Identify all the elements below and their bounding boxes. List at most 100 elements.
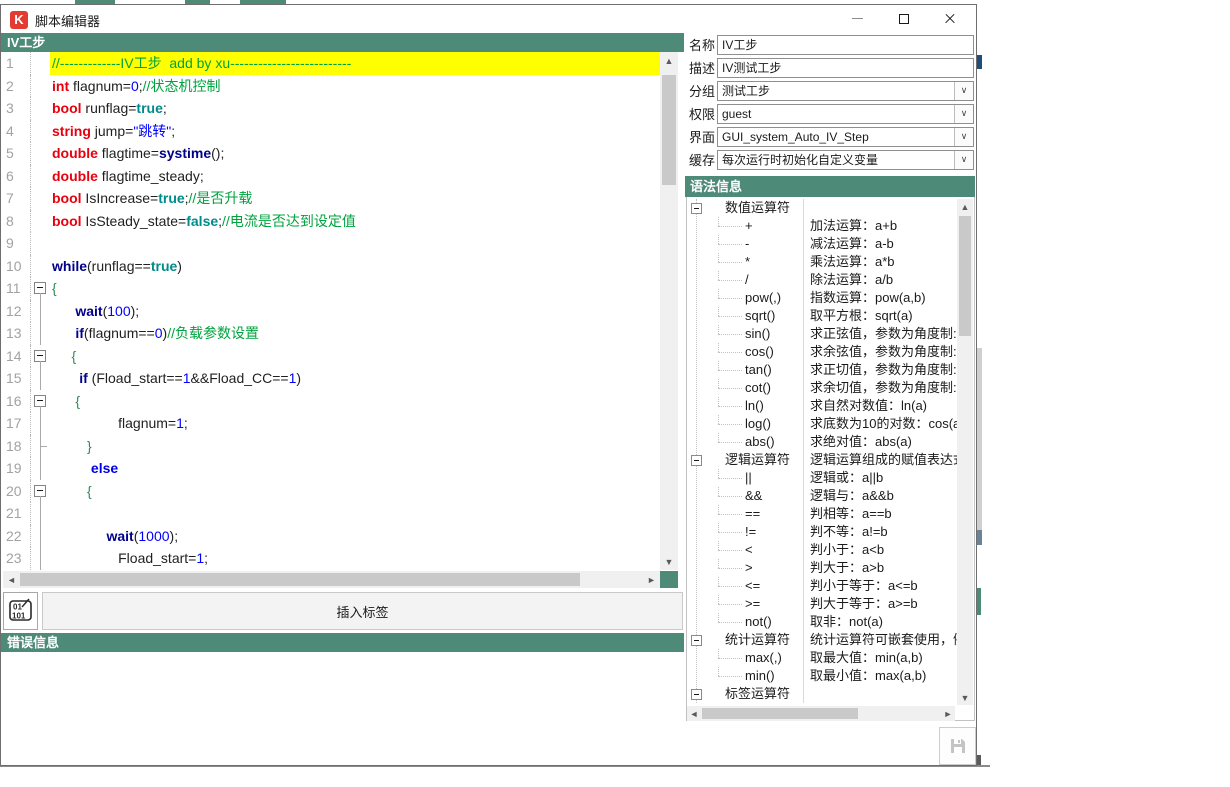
- combo-分组[interactable]: 测试工步∨: [717, 81, 974, 101]
- fold-gutter[interactable]: [31, 277, 50, 300]
- combo-界面[interactable]: GUI_system_Auto_IV_Step∨: [717, 127, 974, 147]
- code-text[interactable]: {: [50, 345, 660, 368]
- tree-item[interactable]: abs()求绝对值：abs(a): [687, 433, 957, 451]
- tree-item[interactable]: max(,)取最大值：min(a,b): [687, 649, 957, 667]
- code-line[interactable]: 15 if (Fload_start==1&&Fload_CC==1): [3, 367, 660, 390]
- tree-item[interactable]: -减法运算：a-b: [687, 235, 957, 253]
- insert-label-button[interactable]: 插入标签: [42, 592, 683, 630]
- code-line[interactable]: 22 wait(1000);: [3, 525, 660, 548]
- tree-item[interactable]: 标签运算符: [687, 685, 957, 703]
- tree-item[interactable]: >=判大于等于：a>=b: [687, 595, 957, 613]
- code-text[interactable]: int flagnum=0;//状态机控制: [50, 75, 660, 98]
- tree-item[interactable]: tan()求正切值，参数为角度制:: [687, 361, 957, 379]
- code-line[interactable]: 8bool IsSteady_state=false;//电流是否达到设定值: [3, 210, 660, 233]
- scroll-down-icon[interactable]: ▼: [660, 553, 678, 570]
- chevron-down-icon[interactable]: ∨: [954, 151, 973, 169]
- code-text[interactable]: double flagtime=systime();: [50, 142, 660, 165]
- code-line[interactable]: 2int flagnum=0;//状态机控制: [3, 75, 660, 98]
- code-line[interactable]: 7bool IsIncrease=true;//是否升载: [3, 187, 660, 210]
- code-line[interactable]: 10while(runflag==true): [3, 255, 660, 278]
- scrollbar-thumb[interactable]: [20, 573, 580, 586]
- tree-item[interactable]: 统计运算符统计运算符可嵌套使用，例: [687, 631, 957, 649]
- scroll-up-icon[interactable]: ▲: [660, 52, 678, 69]
- save-button[interactable]: [939, 727, 976, 765]
- tree-horizontal-scrollbar[interactable]: ◄ ►: [687, 706, 955, 721]
- tree-item[interactable]: ln()求自然对数值：ln(a): [687, 397, 957, 415]
- tree-item[interactable]: sqrt()取平方根：sqrt(a): [687, 307, 957, 325]
- code-text[interactable]: [50, 232, 660, 255]
- collapse-icon[interactable]: [691, 689, 702, 700]
- code-text[interactable]: {: [50, 390, 660, 413]
- scroll-left-icon[interactable]: ◄: [3, 571, 20, 588]
- tree-item[interactable]: >判大于：a>b: [687, 559, 957, 577]
- fold-collapse-icon[interactable]: [34, 395, 46, 407]
- tree-item[interactable]: ||逻辑或：a||b: [687, 469, 957, 487]
- tree-item[interactable]: <判小于：a<b: [687, 541, 957, 559]
- scroll-down-icon[interactable]: ▼: [957, 690, 973, 705]
- scroll-right-icon[interactable]: ►: [941, 706, 955, 721]
- scroll-up-icon[interactable]: ▲: [957, 199, 973, 214]
- tree-item[interactable]: 逻辑运算符逻辑运算组成的赋值表达式: [687, 451, 957, 469]
- combo-权限[interactable]: guest∨: [717, 104, 974, 124]
- code-text[interactable]: Fload_start=1;: [50, 547, 660, 570]
- code-line[interactable]: 16 {: [3, 390, 660, 413]
- tree-item[interactable]: +加法运算：a+b: [687, 217, 957, 235]
- code-line[interactable]: 21: [3, 502, 660, 525]
- code-line[interactable]: 9: [3, 232, 660, 255]
- maximize-button[interactable]: [882, 5, 925, 32]
- code-text[interactable]: //-------------IV工步 add by xu-----------…: [50, 52, 660, 75]
- code-line[interactable]: 20 {: [3, 480, 660, 503]
- code-text[interactable]: flagnum=1;: [50, 412, 660, 435]
- code-text[interactable]: string jump="跳转";: [50, 120, 660, 143]
- tree-item[interactable]: min()取最小值：max(a,b): [687, 667, 957, 685]
- minimize-button[interactable]: [836, 5, 879, 32]
- scroll-left-icon[interactable]: ◄: [687, 706, 701, 721]
- input-名称[interactable]: IV工步: [717, 35, 974, 55]
- code-text[interactable]: double flagtime_steady;: [50, 165, 660, 188]
- chevron-down-icon[interactable]: ∨: [954, 128, 973, 146]
- code-line[interactable]: 14 {: [3, 345, 660, 368]
- code-text[interactable]: {: [50, 480, 660, 503]
- chevron-down-icon[interactable]: ∨: [954, 82, 973, 100]
- fold-collapse-icon[interactable]: [34, 282, 46, 294]
- tree-item[interactable]: &&逻辑与：a&&b: [687, 487, 957, 505]
- tree-item[interactable]: *乘法运算：a*b: [687, 253, 957, 271]
- code-line[interactable]: 6double flagtime_steady;: [3, 165, 660, 188]
- code-text[interactable]: bool IsIncrease=true;//是否升载: [50, 187, 660, 210]
- code-line[interactable]: 17 flagnum=1;: [3, 412, 660, 435]
- code-line[interactable]: 19 else: [3, 457, 660, 480]
- code-line[interactable]: 23 Fload_start=1;: [3, 547, 660, 570]
- fold-collapse-icon[interactable]: [34, 350, 46, 362]
- input-描述[interactable]: IV测试工步: [717, 58, 974, 78]
- code-text[interactable]: while(runflag==true): [50, 255, 660, 278]
- chevron-down-icon[interactable]: ∨: [954, 105, 973, 123]
- fold-gutter[interactable]: [31, 345, 50, 368]
- tag-icon-button[interactable]: 01 101: [3, 592, 38, 630]
- code-line[interactable]: 12 wait(100);: [3, 300, 660, 323]
- tree-item[interactable]: sin()求正弦值，参数为角度制:: [687, 325, 957, 343]
- collapse-icon[interactable]: [691, 635, 702, 646]
- code-text[interactable]: }: [50, 435, 660, 458]
- code-text[interactable]: {: [50, 277, 660, 300]
- tree-item[interactable]: log()求底数为10的对数：cos(a: [687, 415, 957, 433]
- collapse-icon[interactable]: [691, 455, 702, 466]
- code-line[interactable]: 5double flagtime=systime();: [3, 142, 660, 165]
- fold-collapse-icon[interactable]: [34, 485, 46, 497]
- code-line[interactable]: 1//-------------IV工步 add by xu----------…: [3, 52, 660, 75]
- code-line[interactable]: 13 if(flagnum==0)//负载参数设置: [3, 322, 660, 345]
- tree-item[interactable]: !=判不等：a!=b: [687, 523, 957, 541]
- scrollbar-thumb[interactable]: [662, 75, 676, 185]
- code-vertical-scrollbar[interactable]: ▲ ▼: [660, 52, 678, 570]
- code-text[interactable]: if (Fload_start==1&&Fload_CC==1): [50, 367, 660, 390]
- tree-vertical-scrollbar[interactable]: ▲ ▼: [957, 199, 973, 705]
- code-line[interactable]: 18 }: [3, 435, 660, 458]
- collapse-icon[interactable]: [691, 203, 702, 214]
- fold-gutter[interactable]: [31, 390, 50, 413]
- tree-item[interactable]: not()取非：not(a): [687, 613, 957, 631]
- tree-item[interactable]: pow(,)指数运算：pow(a,b): [687, 289, 957, 307]
- code-text[interactable]: wait(1000);: [50, 525, 660, 548]
- tree-item[interactable]: <=判小于等于：a<=b: [687, 577, 957, 595]
- tree-item[interactable]: cot()求余切值，参数为角度制:: [687, 379, 957, 397]
- title-bar[interactable]: [1, 5, 976, 33]
- tree-item[interactable]: cos()求余弦值，参数为角度制:: [687, 343, 957, 361]
